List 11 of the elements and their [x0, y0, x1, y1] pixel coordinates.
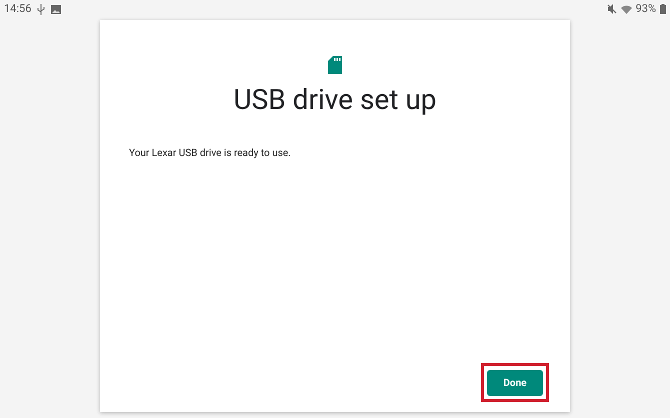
dialog-message: Your Lexar USB drive is ready to use. — [129, 147, 292, 161]
status-time: 14:56 — [4, 0, 32, 17]
battery-icon — [660, 4, 666, 14]
usb-icon — [37, 4, 46, 14]
battery-percentage: 93% — [636, 0, 656, 17]
wifi-icon — [620, 4, 632, 14]
done-button[interactable]: Done — [487, 370, 543, 396]
mute-icon — [606, 4, 617, 14]
dialog-title: USB drive set up — [232, 82, 438, 118]
image-icon — [51, 4, 62, 14]
sd-card-icon — [328, 56, 342, 74]
